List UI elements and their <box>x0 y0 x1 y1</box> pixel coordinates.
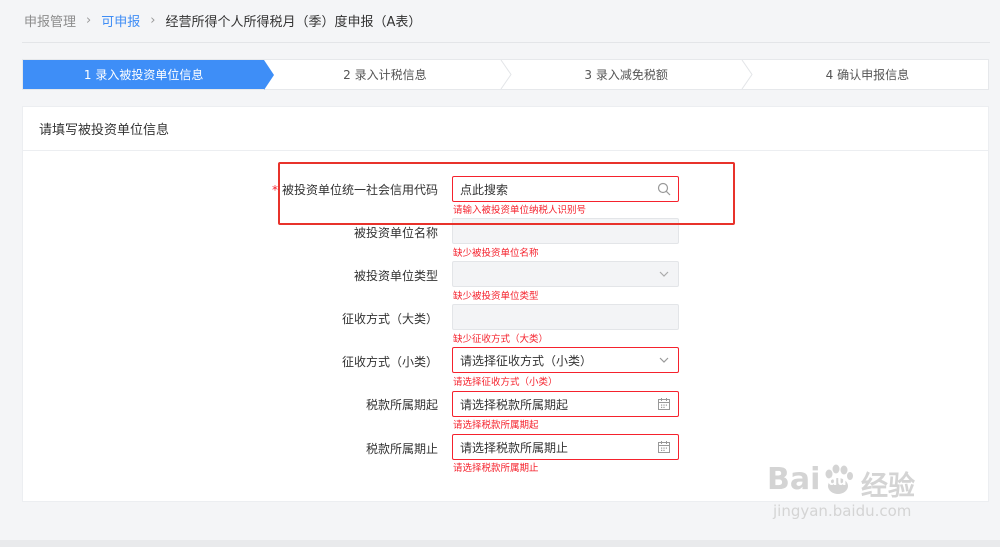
watermark-url: jingyan.baidu.com <box>773 502 912 520</box>
levy-minor-label: 征收方式（小类） <box>341 355 438 369</box>
levy-minor-error: 请选择征收方式（小类） <box>453 377 558 388</box>
step-2[interactable]: 2 录入计税信息 <box>264 60 512 89</box>
watermark-brand: Bai <box>767 462 821 497</box>
levy-major-field <box>452 304 679 330</box>
levy-major-error: 缺少征收方式（大类） <box>453 334 549 345</box>
levy-major-label: 征收方式（大类） <box>341 312 438 326</box>
annotation-highlight-box <box>278 162 735 225</box>
step-label: 3 录入减免税额 <box>584 68 668 82</box>
period-end-error: 请选择税款所属期止 <box>453 463 539 474</box>
step-4[interactable]: 4 确认申报信息 <box>747 60 988 89</box>
step-separator-icon <box>500 60 512 89</box>
calendar-icon[interactable] <box>657 440 671 454</box>
step-label: 1 录入被投资单位信息 <box>83 68 204 82</box>
bottom-scroll-area <box>0 540 1000 547</box>
baidu-jingyan-watermark: Bai du 经验 jingyan.baidu.com <box>765 462 995 528</box>
calendar-icon[interactable] <box>657 397 671 411</box>
step-label: 2 录入计税信息 <box>343 68 427 82</box>
step-progress: 1 录入被投资单位信息 2 录入计税信息 3 录入减免税额 4 确认申报信息 <box>22 59 989 90</box>
period-start-value: 请选择税款所属期起 <box>460 397 569 412</box>
panel-title: 请填写被投资单位信息 <box>23 107 988 151</box>
breadcrumb-root[interactable]: 申报管理 <box>24 11 76 30</box>
period-start-datepicker[interactable]: 请选择税款所属期起 <box>452 391 679 417</box>
watermark-brand-du: du <box>828 474 847 489</box>
header-divider <box>22 42 990 43</box>
period-end-datepicker[interactable]: 请选择税款所属期止 <box>452 434 679 460</box>
step-label: 4 确认申报信息 <box>825 68 910 82</box>
breadcrumb: 申报管理 › 可申报 › 经营所得个人所得税月（季）度申报（A表） <box>24 10 421 30</box>
chevron-down-icon <box>659 271 669 277</box>
unit-type-error: 缺少被投资单位类型 <box>453 291 539 302</box>
unit-name-label: 被投资单位名称 <box>353 226 438 240</box>
step-separator-icon <box>741 60 753 89</box>
levy-minor-value: 请选择征收方式（小类） <box>460 353 593 368</box>
chevron-down-icon[interactable] <box>657 353 671 367</box>
levy-minor-select[interactable]: 请选择征收方式（小类） <box>452 347 679 373</box>
period-start-label: 税款所属期起 <box>365 398 438 412</box>
watermark-suffix: 经验 <box>861 471 915 502</box>
chevron-right-icon: › <box>150 12 156 28</box>
period-end-value: 请选择税款所属期止 <box>460 440 569 455</box>
breadcrumb-parent[interactable]: 可申报 <box>101 11 140 30</box>
period-start-error: 请选择税款所属期起 <box>453 420 539 431</box>
period-end-label: 税款所属期止 <box>365 442 438 456</box>
unit-type-label: 被投资单位类型 <box>353 269 438 283</box>
unit-name-error: 缺少被投资单位名称 <box>453 248 539 259</box>
step-3[interactable]: 3 录入减免税额 <box>506 60 753 89</box>
step-1[interactable]: 1 录入被投资单位信息 <box>23 60 275 90</box>
chevron-right-icon: › <box>86 12 92 28</box>
unit-type-select <box>452 261 679 287</box>
breadcrumb-current: 经营所得个人所得税月（季）度申报（A表） <box>165 14 422 30</box>
